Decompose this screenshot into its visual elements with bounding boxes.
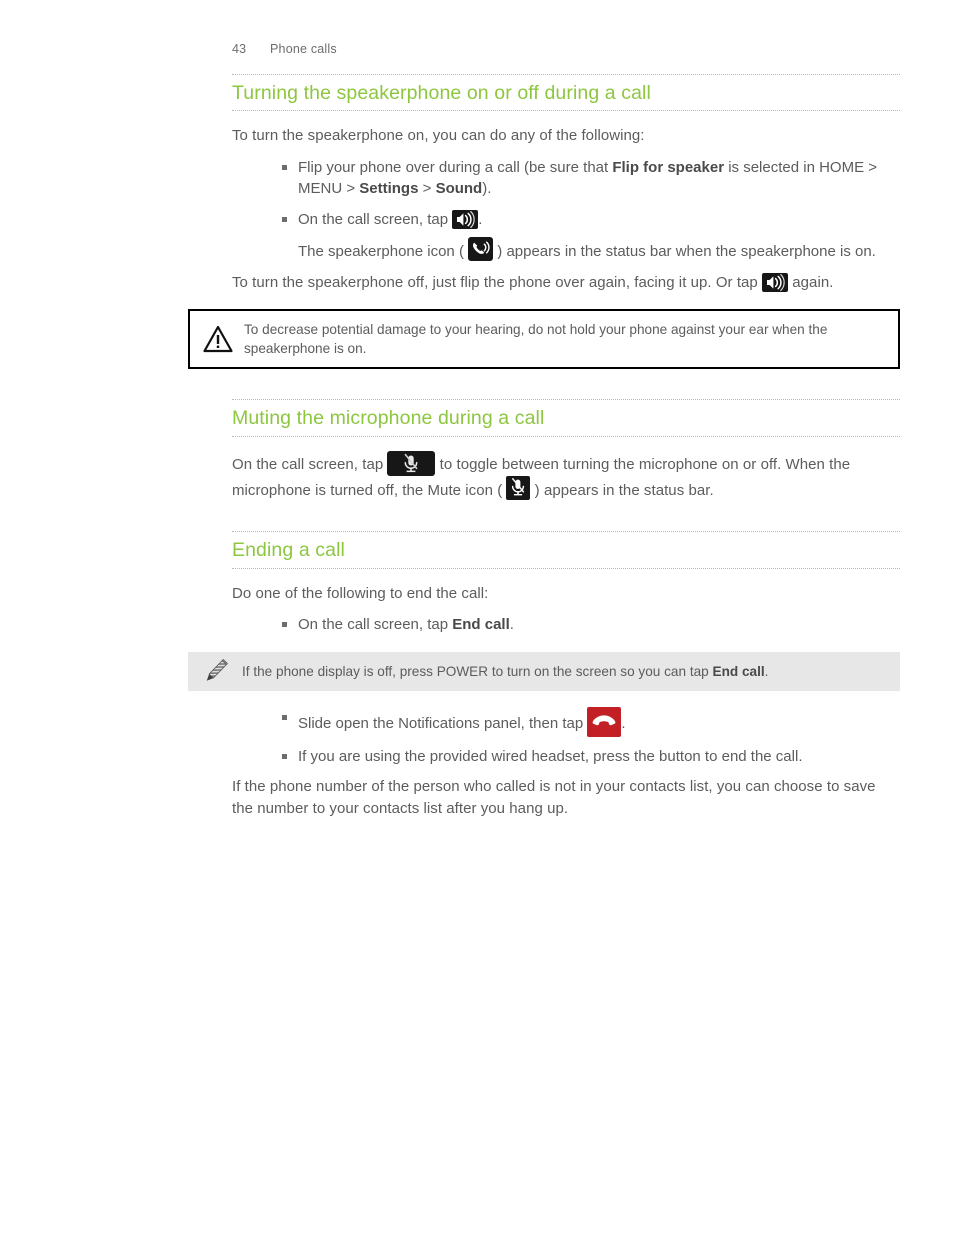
note-callout: If the phone display is off, press POWER… (188, 651, 900, 691)
ending-bullet-list-first: On the call screen, tap End call. (232, 614, 900, 636)
outro-text-before: To turn the speakerphone off, just flip … (232, 273, 763, 291)
manual-page: 43 Phone calls Turning the speakerphone o… (0, 0, 954, 1235)
warning-callout: To decrease potential damage to your hea… (188, 309, 900, 370)
bullet-text-after: . (621, 714, 626, 732)
note-text-before: If the phone display is off, press POWER… (242, 663, 713, 679)
bullet-text-part: Flip your phone over during a call (be s… (298, 158, 613, 176)
mute-body: On the call screen, tap to toggle betwee… (232, 450, 900, 502)
section-mute-head: Muting the microphone during a call (232, 399, 900, 437)
bullet-text-part: . (478, 210, 483, 228)
bold-sound: Sound (435, 180, 483, 198)
page-number: 43 (232, 42, 247, 56)
speakerphone-outro: To turn the speakerphone off, just flip … (232, 272, 900, 294)
note-text: If the phone display is off, press POWER… (242, 662, 768, 681)
heading-muting-microphone: Muting the microphone during a call (232, 399, 900, 437)
note-text-before: The speakerphone icon ( (298, 243, 469, 261)
speakerphone-status-note: The speakerphone icon ( ) appears in the… (298, 237, 900, 263)
outro-text-after: again. (788, 273, 834, 291)
note-text-after: ) appears in the status bar when the spe… (493, 243, 876, 261)
pencil-icon (200, 655, 232, 687)
running-header: 43 Phone calls (232, 42, 337, 56)
list-item: Flip your phone over during a call (be s… (282, 157, 900, 200)
ending-bullet-list-rest: Slide open the Notifications panel, then… (232, 706, 900, 768)
heading-turning-speakerphone: Turning the speakerphone on or off durin… (232, 74, 900, 112)
heading-ending-a-call: Ending a call (232, 531, 900, 569)
bullet-text-part: ). (482, 180, 492, 198)
speakerphone-on-button-icon (762, 272, 789, 292)
ending-closing: If the phone number of the person who ca… (232, 778, 876, 817)
speakerphone-bullet-list: Flip your phone over during a call (be s… (232, 157, 900, 263)
list-item: On the call screen, tap . (282, 209, 900, 231)
note-text-after: . (764, 663, 769, 679)
bold-end-call: End call (452, 616, 510, 634)
list-item: If you are using the provided wired head… (282, 746, 900, 768)
warning-text: To decrease potential damage to your hea… (244, 322, 828, 357)
speakerphone-intro: To turn the speakerphone on, you can do … (232, 127, 645, 145)
bullet-text-part: > (418, 180, 436, 198)
end-call-icon (587, 706, 622, 737)
section-speakerphone-head: Turning the speakerphone on or off durin… (232, 74, 900, 112)
bullet-text-before: On the call screen, tap (298, 616, 453, 634)
bullet-text-part: On the call screen, tap (298, 210, 453, 228)
warning-triangle-icon (202, 323, 234, 355)
bold-end-call: End call (712, 663, 765, 679)
chapter-title: Phone calls (270, 42, 337, 56)
mute-button-icon (387, 450, 436, 476)
speakerphone-on-button-icon (452, 209, 479, 229)
mute-text-part1: On the call screen, tap (232, 455, 388, 473)
bullet-text-before: Slide open the Notifications panel, then… (298, 714, 588, 732)
bullet-text-after: . (509, 616, 514, 634)
section-ending-head: Ending a call (232, 531, 900, 569)
bold-flip-for-speaker: Flip for speaker (612, 158, 725, 176)
speakerphone-status-icon (468, 237, 494, 262)
list-item: Slide open the Notifications panel, then… (282, 706, 900, 737)
list-item: On the call screen, tap End call. (282, 614, 900, 636)
mute-text-part3: ) appears in the status bar. (530, 481, 714, 499)
mute-status-icon (506, 475, 531, 500)
bold-settings: Settings (359, 180, 419, 198)
ending-intro: Do one of the following to end the call: (232, 584, 489, 602)
page-content: Turning the speakerphone on or off durin… (188, 74, 900, 829)
